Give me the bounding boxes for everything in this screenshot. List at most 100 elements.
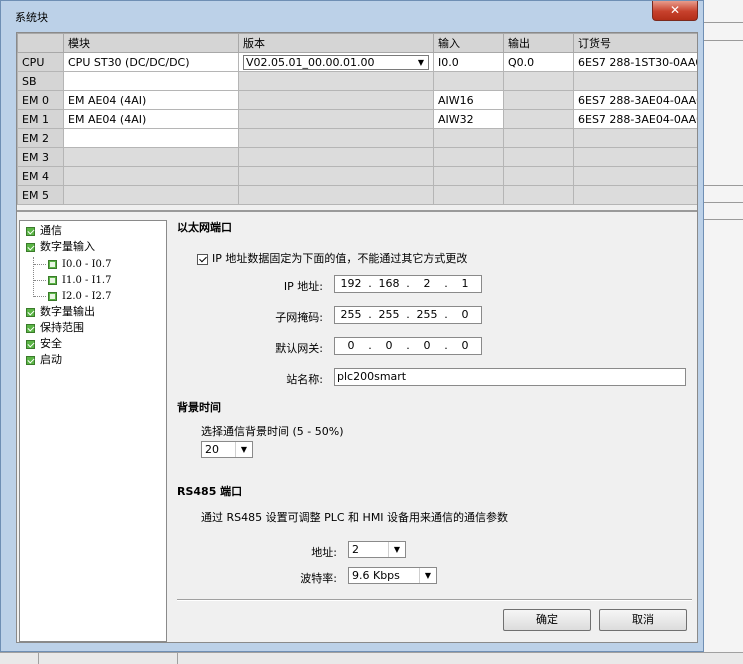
slot-cell: EM 0 (17, 90, 64, 110)
tree-item-digital-output[interactable]: 数字量输出 (26, 304, 95, 320)
module-cell[interactable] (63, 147, 239, 167)
module-cell[interactable]: EM AE04 (4AI) (63, 90, 239, 110)
subnet-mask-field[interactable]: 255 . 255 . 255 . 0 (334, 306, 482, 324)
module-cell[interactable]: EM AE04 (4AI) (63, 109, 239, 129)
header-module: 模块 (63, 33, 239, 53)
table-row[interactable]: EM 0 EM AE04 (4AI) AIW16 6ES7 288-3AE04-… (17, 90, 697, 110)
version-cell (238, 185, 434, 205)
input-cell (433, 71, 504, 91)
checkbox-checked-icon[interactable] (197, 253, 208, 265)
gateway-field[interactable]: 0 . 0 . 0 . 0 (334, 337, 482, 355)
tree-item-label: 通信 (40, 224, 62, 237)
header-output: 输出 (503, 33, 574, 53)
ip-dot: . (444, 277, 448, 290)
input-cell: AIW32 (433, 109, 504, 129)
fixed-ip-checkbox[interactable]: IP 地址数据固定为下面的值，不能通过其它方式更改 (197, 250, 467, 266)
table-splitter[interactable] (17, 206, 697, 212)
address-value: 2 (352, 543, 359, 556)
ok-button[interactable]: 确定 (503, 609, 591, 631)
tree-item-startup[interactable]: 启动 (26, 352, 62, 368)
ip-address-field[interactable]: 192 . 168 . 2 . 1 (334, 275, 482, 293)
module-cell[interactable]: CPU ST30 (DC/DC/DC) (63, 52, 239, 72)
fixed-ip-label: IP 地址数据固定为下面的值，不能通过其它方式更改 (212, 252, 468, 265)
header-input: 输入 (433, 33, 504, 53)
gateway-octet[interactable]: 0 (413, 339, 441, 352)
tree-item-security[interactable]: 安全 (26, 336, 62, 352)
settings-tree: 通信 数字量输入 I0.0 - I0.7 I1.0 - I1.7 I2.0 - … (19, 220, 167, 642)
ip-octet[interactable]: 2 (413, 277, 441, 290)
tree-item-label: 启动 (40, 353, 62, 366)
table-row[interactable]: EM 3 (17, 147, 697, 167)
cancel-button[interactable]: 取消 (599, 609, 687, 631)
gateway-octet[interactable]: 0 (375, 339, 403, 352)
ip-octet[interactable]: 1 (451, 277, 479, 290)
address-label: 地址: (311, 546, 337, 559)
module-cell[interactable] (63, 185, 239, 205)
ip-dot: . (444, 339, 448, 352)
chevron-down-icon[interactable]: ▼ (388, 542, 405, 557)
tree-item-retentive-ranges[interactable]: 保持范围 (26, 320, 84, 336)
slot-cell: SB (17, 71, 64, 91)
station-name-field[interactable]: plc200smart (334, 368, 686, 386)
gateway-octet[interactable]: 0 (337, 339, 365, 352)
ip-octet[interactable]: 168 (375, 277, 403, 290)
tree-connector-line (34, 280, 46, 282)
input-cell: AIW16 (433, 90, 504, 110)
close-button[interactable]: ✕ (652, 1, 698, 21)
order-number-cell: 6ES7 288-3AE04-0AA0 (573, 109, 697, 129)
table-row[interactable]: EM 4 (17, 166, 697, 186)
background-time-title: 背景时间 (177, 401, 221, 414)
input-cell (433, 166, 504, 186)
ip-octet[interactable]: 192 (337, 277, 365, 290)
table-row[interactable]: EM 5 (17, 185, 697, 205)
order-number-cell: 6ES7 288-1ST30-0AA0 (573, 52, 697, 72)
version-dropdown[interactable]: V02.05.01_00.00.01.00 ▼ (243, 54, 429, 70)
subnet-octet[interactable]: 255 (375, 308, 403, 321)
tree-item-label: I1.0 - I1.7 (62, 275, 112, 286)
tree-item-label: 安全 (40, 337, 62, 350)
order-number-cell (573, 147, 697, 167)
module-cell[interactable] (63, 71, 239, 91)
subnet-octet[interactable]: 255 (337, 308, 365, 321)
subnet-octet[interactable]: 0 (451, 308, 479, 321)
header-version: 版本 (238, 33, 434, 53)
ip-dot: . (406, 277, 410, 290)
background-time-label: 选择通信背景时间 (5 - 50%) (201, 425, 344, 438)
baud-rate-dropdown[interactable]: 9.6 Kbps ▼ (348, 567, 437, 584)
background-time-value: 20 (205, 443, 219, 456)
table-row[interactable]: SB (17, 71, 697, 91)
input-cell (433, 147, 504, 167)
slot-cell: EM 1 (17, 109, 64, 129)
module-cell[interactable] (63, 128, 239, 148)
tree-item-label: 数字量输入 (40, 240, 95, 253)
chevron-down-icon[interactable]: ▼ (414, 56, 428, 69)
address-dropdown[interactable]: 2 ▼ (348, 541, 406, 558)
tree-item-i1[interactable]: I1.0 - I1.7 (48, 272, 111, 288)
table-row[interactable]: EM 1 EM AE04 (4AI) AIW32 6ES7 288-3AE04-… (17, 109, 697, 129)
tree-item-i2[interactable]: I2.0 - I2.7 (48, 288, 111, 304)
background-time-dropdown[interactable]: 20 ▼ (201, 441, 253, 458)
version-cell (238, 166, 434, 186)
order-number-cell (573, 71, 697, 91)
check-icon (26, 339, 35, 349)
header-order-number: 订货号 (573, 33, 697, 53)
background-status-strip (0, 652, 743, 664)
buttons-divider (177, 599, 692, 601)
output-cell (503, 128, 574, 148)
chevron-down-icon[interactable]: ▼ (235, 442, 252, 457)
tree-item-i0[interactable]: I0.0 - I0.7 (48, 256, 111, 272)
table-row[interactable]: EM 2 (17, 128, 697, 148)
version-cell (238, 90, 434, 110)
tree-item-communication[interactable]: 通信 (26, 223, 62, 239)
tree-item-label: 保持范围 (40, 321, 84, 334)
output-cell: Q0.0 (503, 52, 574, 72)
subnet-octet[interactable]: 255 (413, 308, 441, 321)
version-cell[interactable]: V02.05.01_00.00.01.00 ▼ (238, 52, 434, 72)
gateway-octet[interactable]: 0 (451, 339, 479, 352)
chevron-down-icon[interactable]: ▼ (419, 568, 436, 583)
slot-cell: EM 3 (17, 147, 64, 167)
tree-item-digital-input[interactable]: 数字量输入 (26, 239, 95, 255)
ip-dot: . (368, 277, 372, 290)
table-row[interactable]: CPU CPU ST30 (DC/DC/DC) V02.05.01_00.00.… (17, 52, 697, 72)
module-cell[interactable] (63, 166, 239, 186)
